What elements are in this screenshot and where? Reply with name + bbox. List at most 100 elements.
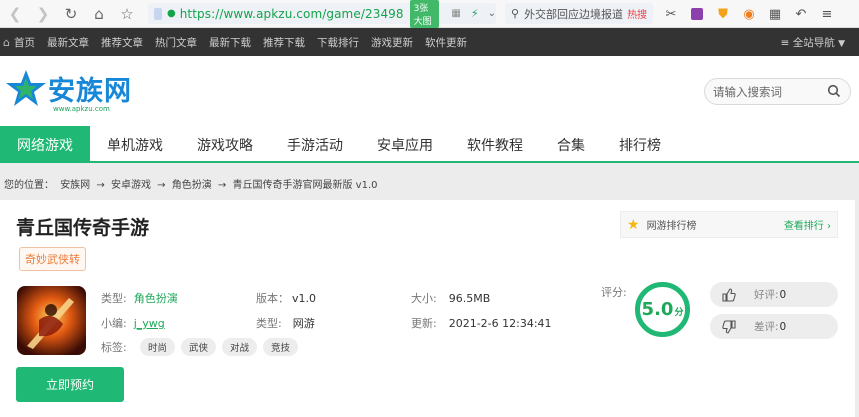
nav-mobile-events[interactable]: 手游活动	[270, 126, 360, 163]
info-size: 大小: 96.5MB	[411, 290, 490, 306]
url-text: https://www.apkzu.com/game/23498	[179, 6, 404, 21]
like-button[interactable]: 好评: 0	[710, 282, 838, 307]
breadcrumb-item-android-games[interactable]: 安卓游戏	[111, 180, 151, 191]
site-logo[interactable]: 安族网 www.apkzu.com	[4, 68, 132, 113]
topbar-link-latest-articles[interactable]: 最新文章	[47, 35, 89, 50]
ranking-title: 网游排行榜	[646, 221, 697, 232]
game-detail-card: 青丘国传奇手游 奇妙武侠转 类型: 角色扮演 版本： v1.0 大小: 96.5MB …	[0, 200, 855, 417]
ranking-more-link[interactable]: 查看排行 ›	[784, 217, 831, 232]
search-icon[interactable]	[827, 84, 841, 98]
back-icon[interactable]: ❮	[4, 3, 26, 25]
image-count-badge[interactable]: 3张大图	[409, 0, 440, 28]
nav-collections[interactable]: 合集	[540, 126, 602, 163]
bookmark-star-icon[interactable]: ☆	[116, 3, 138, 25]
browser-search[interactable]: ⚲ 外交部回应边境报道 热搜	[505, 3, 653, 24]
info-tags-label: 标签:	[101, 341, 127, 354]
ranking-box[interactable]: ★ 网游排行榜 查看排行 ›	[620, 211, 838, 238]
site-search-input[interactable]: 请输入搜索词	[704, 78, 851, 105]
lightning-icon[interactable]: ⚡	[471, 7, 479, 20]
info-update-label: 更新:	[411, 317, 437, 330]
game-title: 青丘国传奇手游	[16, 217, 150, 239]
info-type2-label: 类型:	[256, 317, 282, 330]
main-nav: 网络游戏 单机游戏 游戏攻略 手游活动 安卓应用 软件教程 合集 排行榜	[0, 126, 859, 163]
chevron-right-icon: ›	[827, 221, 831, 232]
home-icon[interactable]: ⌂	[88, 3, 110, 25]
ranking-more-label: 查看排行	[783, 221, 824, 232]
chevron-down-icon[interactable]: ⌄	[488, 8, 496, 19]
info-type2: 类型: 网游	[256, 315, 315, 331]
dislike-count: 0	[779, 320, 787, 333]
topbar-link-latest-downloads[interactable]: 最新下载	[209, 35, 251, 50]
browser-search-text: 外交部回应边境报道	[524, 7, 624, 21]
game-controller-icon[interactable]: ◉	[738, 3, 760, 25]
undo-icon[interactable]: ↶	[790, 3, 812, 25]
info-size-value: 96.5MB	[448, 292, 491, 305]
info-editor: 小编: j_ywg	[101, 315, 165, 331]
dislike-button[interactable]: 差评: 0	[710, 314, 838, 339]
logo-subtext: www.apkzu.com	[53, 105, 110, 113]
search-icon: ⚲	[511, 7, 520, 20]
breadcrumb-item-rpg[interactable]: 角色扮演	[172, 180, 212, 191]
topbar-link-hot-articles[interactable]: 热门文章	[155, 35, 197, 50]
home-icon: ⌂	[3, 35, 10, 49]
breadcrumb-prefix: 您的位置：	[4, 180, 54, 191]
game-app-icon	[17, 286, 86, 355]
tag-chip[interactable]: 时尚	[140, 338, 176, 356]
info-type-value[interactable]: 角色扮演	[134, 292, 178, 305]
topbar-link-recommended-downloads[interactable]: 推荐下载	[263, 35, 305, 50]
info-version-value: v1.0	[292, 292, 317, 305]
nav-rankings[interactable]: 排行榜	[602, 126, 678, 163]
info-version: 版本： v1.0	[256, 290, 316, 306]
star-icon: ★	[627, 216, 640, 233]
tag-chip[interactable]: 对战	[222, 338, 258, 356]
nav-game-guides[interactable]: 游戏攻略	[180, 126, 270, 163]
lock-icon: ●	[166, 8, 176, 19]
topbar-link-download-ranking[interactable]: 下载排行	[317, 35, 359, 50]
nav-single-player-games[interactable]: 单机游戏	[90, 126, 180, 163]
info-size-label: 大小:	[411, 292, 437, 305]
site-nav-toggle[interactable]: ≡ 全站导航 ▼	[781, 35, 845, 50]
apps-grid-icon[interactable]: ▦	[764, 3, 786, 25]
info-type: 类型: 角色扮演	[101, 290, 178, 306]
breadcrumb-item-current: 青丘国传奇手游官网最新版 v1.0	[232, 180, 378, 191]
rating-label: 评分:	[601, 286, 627, 299]
breadcrumb-separator: →	[96, 180, 105, 191]
tag-list: 时尚 武侠 对战 竞技	[140, 338, 299, 356]
tag-chip[interactable]: 武侠	[181, 338, 217, 356]
site-search-placeholder: 请输入搜索词	[713, 84, 782, 99]
info-update-value: 2021-2-6 12:34:41	[448, 317, 552, 330]
nav-software-tutorials[interactable]: 软件教程	[450, 126, 540, 163]
address-bar[interactable]: ● https://www.apkzu.com/game/23498 3张大图 …	[148, 0, 496, 28]
grid-icon[interactable]: ▦	[451, 8, 460, 19]
extension-purple-icon[interactable]	[686, 3, 708, 25]
menu-icon[interactable]: ≡	[816, 3, 838, 25]
site-header: 安族网 www.apkzu.com 请输入搜索词	[0, 56, 859, 126]
score-unit: 分	[674, 308, 684, 318]
logo-text: 安族网	[48, 75, 132, 107]
shield-icon[interactable]: ⛊	[712, 3, 734, 25]
info-editor-value[interactable]: j_ywg	[134, 317, 165, 330]
thumbs-up-icon	[716, 287, 742, 302]
breadcrumb-item-home[interactable]: 安族网	[60, 180, 90, 191]
page-icon	[154, 7, 162, 20]
topbar-link-game-updates[interactable]: 游戏更新	[371, 35, 413, 50]
info-version-label: 版本：	[256, 292, 289, 305]
info-type-label: 类型:	[101, 292, 127, 305]
reserve-button[interactable]: 立即预约	[16, 367, 124, 402]
topbar-link-software-updates[interactable]: 软件更新	[425, 35, 467, 50]
dislike-label: 差评:	[754, 321, 779, 333]
nav-android-apps[interactable]: 安卓应用	[360, 126, 450, 163]
reload-icon[interactable]: ↻	[60, 3, 82, 25]
like-count: 0	[779, 288, 787, 301]
tag-chip[interactable]: 竞技	[263, 338, 299, 356]
forward-icon[interactable]: ❯	[32, 3, 54, 25]
info-editor-label: 小编:	[101, 317, 127, 330]
scissors-icon[interactable]: ✂	[660, 3, 682, 25]
info-update: 更新: 2021-2-6 12:34:41	[411, 315, 552, 331]
nav-online-games[interactable]: 网络游戏	[0, 126, 90, 163]
menu-icon: ≡	[780, 37, 790, 49]
topbar-link-recommended-articles[interactable]: 推荐文章	[101, 35, 143, 50]
chevron-down-icon: ▼	[838, 39, 845, 49]
info-type2-value: 网游	[292, 317, 315, 330]
topbar-link-home[interactable]: 首页	[14, 35, 35, 50]
